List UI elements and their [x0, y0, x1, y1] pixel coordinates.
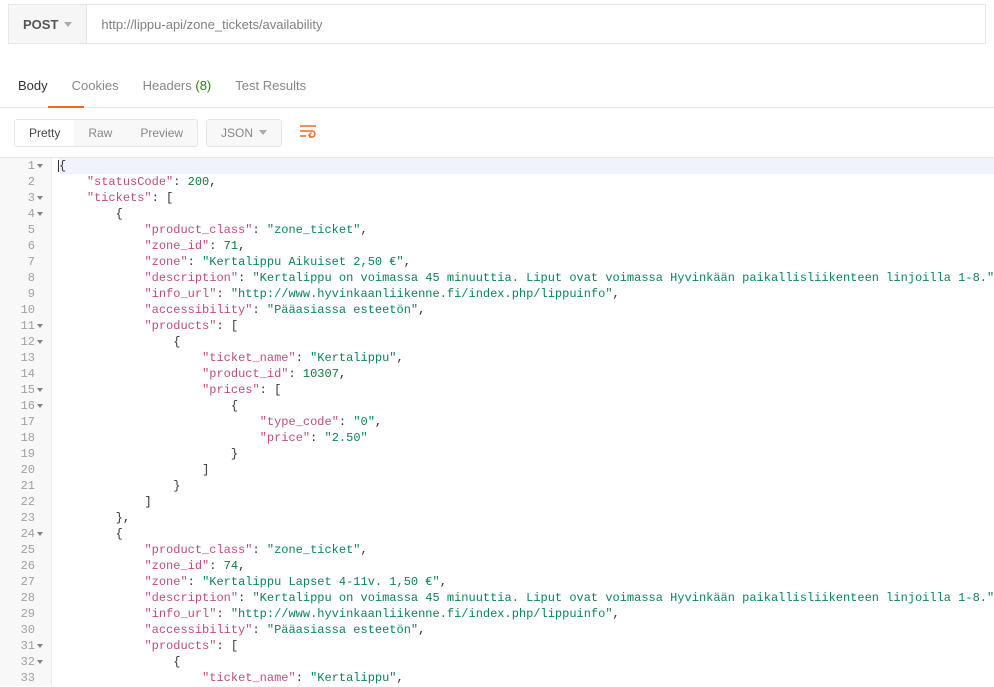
tab-cookies[interactable]: Cookies: [72, 78, 119, 103]
response-tabs: Body Cookies Headers (8) Test Results: [0, 74, 994, 108]
request-url-input[interactable]: [87, 5, 985, 43]
view-pretty[interactable]: Pretty: [15, 120, 74, 146]
view-raw[interactable]: Raw: [74, 120, 126, 146]
request-bar: POST: [8, 4, 986, 44]
response-body-editor[interactable]: 1234567891011121314151617181920212223242…: [0, 157, 994, 686]
http-method-dropdown[interactable]: POST: [9, 5, 87, 43]
tab-test-results[interactable]: Test Results: [235, 78, 306, 103]
tab-body[interactable]: Body: [18, 78, 48, 103]
view-preview[interactable]: Preview: [126, 120, 197, 146]
headers-count-badge: (8): [195, 78, 211, 93]
http-method-label: POST: [23, 17, 58, 32]
wrap-lines-icon: [298, 124, 318, 138]
wrap-toggle[interactable]: [290, 118, 326, 147]
response-toolbar: Pretty Raw Preview JSON: [0, 108, 994, 157]
chevron-down-icon: [259, 130, 267, 135]
line-number-gutter: 1234567891011121314151617181920212223242…: [0, 158, 52, 686]
chevron-down-icon: [64, 22, 72, 27]
language-dropdown[interactable]: JSON: [206, 119, 282, 147]
code-content[interactable]: { "statusCode": 200, "tickets": [ { "pro…: [52, 158, 994, 686]
tab-headers[interactable]: Headers (8): [143, 78, 212, 103]
view-mode-segment: Pretty Raw Preview: [14, 119, 198, 147]
language-label: JSON: [221, 126, 253, 140]
